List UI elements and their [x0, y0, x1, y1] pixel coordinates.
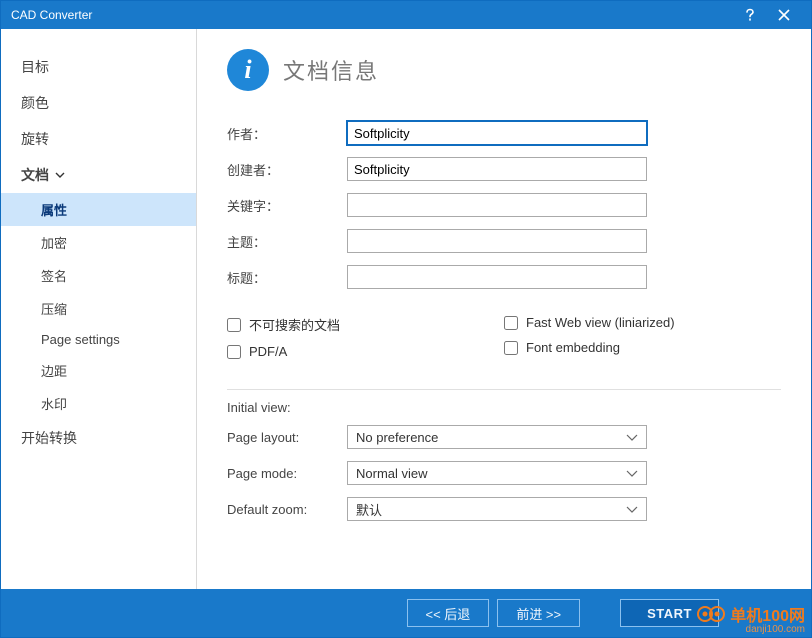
sidebar-item-label: 压缩 — [41, 302, 67, 317]
default-zoom-label: Default zoom: — [227, 502, 347, 517]
section-title: 文档信息 — [283, 54, 379, 86]
page-layout-value: No preference — [356, 430, 438, 445]
default-zoom-value: 默认 — [356, 500, 382, 519]
creator-label: 创建者： — [227, 160, 347, 179]
pdfa-checkbox[interactable] — [227, 345, 241, 359]
sidebar-item-label: 属性 — [41, 203, 67, 218]
sidebar-item-label: 签名 — [41, 269, 67, 284]
pdfa-label: PDF/A — [249, 344, 287, 359]
fastweb-label: Fast Web view (liniarized) — [526, 315, 675, 330]
page-layout-label: Page layout: — [227, 430, 347, 445]
chevron-down-icon — [55, 172, 65, 178]
sidebar-item-properties[interactable]: 属性 — [1, 193, 196, 226]
content-pane: i 文档信息 作者： 创建者： 关键字： 主题： 标题： 不 — [197, 29, 811, 589]
initial-view-label: Initial view: — [227, 400, 781, 415]
sidebar-item-document[interactable]: 文档 — [1, 157, 196, 193]
chevron-down-icon — [626, 506, 638, 513]
sidebar-item-rotate[interactable]: 旋转 — [1, 121, 196, 157]
sidebar-item-label: 目标 — [21, 57, 49, 77]
keywords-label: 关键字： — [227, 196, 347, 215]
fontembed-checkbox[interactable] — [504, 341, 518, 355]
info-icon: i — [227, 49, 269, 91]
sidebar-item-target[interactable]: 目标 — [1, 49, 196, 85]
sidebar-item-encrypt[interactable]: 加密 — [1, 226, 196, 259]
sidebar-item-compress[interactable]: 压缩 — [1, 292, 196, 325]
title-label: 标题： — [227, 268, 347, 287]
sidebar-item-sign[interactable]: 签名 — [1, 259, 196, 292]
sidebar-item-label: 加密 — [41, 236, 67, 251]
chevron-down-icon — [626, 434, 638, 441]
subject-label: 主题： — [227, 232, 347, 251]
window-title: CAD Converter — [11, 8, 733, 22]
fontembed-label: Font embedding — [526, 340, 620, 355]
start-button[interactable]: START — [620, 599, 719, 627]
sidebar-item-label: Page settings — [41, 332, 120, 347]
title-input[interactable] — [347, 265, 647, 289]
default-zoom-select[interactable]: 默认 — [347, 497, 647, 521]
title-bar: CAD Converter — [1, 1, 811, 29]
author-label: 作者： — [227, 124, 347, 143]
sidebar: 目标 颜色 旋转 文档 属性 加密 签名 压缩 Page settings — [1, 29, 197, 589]
subject-input[interactable] — [347, 229, 647, 253]
close-button[interactable] — [767, 1, 801, 29]
main-area: 目标 颜色 旋转 文档 属性 加密 签名 压缩 Page settings — [1, 29, 811, 589]
sidebar-item-label: 旋转 — [21, 129, 49, 149]
page-layout-select[interactable]: No preference — [347, 425, 647, 449]
page-mode-value: Normal view — [356, 466, 428, 481]
keywords-input[interactable] — [347, 193, 647, 217]
sidebar-item-label: 颜色 — [21, 93, 49, 113]
section-header: i 文档信息 — [227, 49, 781, 91]
sidebar-item-label: 水印 — [41, 397, 67, 412]
page-mode-select[interactable]: Normal view — [347, 461, 647, 485]
footer-bar: << 后退 前进 >> START 取消 — [1, 589, 811, 637]
sidebar-item-page-settings[interactable]: Page settings — [1, 325, 196, 354]
sidebar-item-margins[interactable]: 边距 — [1, 354, 196, 387]
nonsearchable-label: 不可搜索的文档 — [249, 315, 340, 334]
sidebar-item-label: 边距 — [41, 364, 67, 379]
sidebar-item-start-convert[interactable]: 开始转换 — [1, 420, 196, 456]
chevron-down-icon — [626, 470, 638, 477]
sidebar-item-label: 文档 — [21, 165, 49, 185]
author-input[interactable] — [347, 121, 647, 145]
sidebar-item-watermark[interactable]: 水印 — [1, 387, 196, 420]
nonsearchable-checkbox[interactable] — [227, 318, 241, 332]
creator-input[interactable] — [347, 157, 647, 181]
page-mode-label: Page mode: — [227, 466, 347, 481]
sidebar-item-label: 开始转换 — [21, 428, 77, 448]
forward-button[interactable]: 前进 >> — [497, 599, 580, 627]
fastweb-checkbox[interactable] — [504, 316, 518, 330]
sidebar-item-color[interactable]: 颜色 — [1, 85, 196, 121]
help-button[interactable] — [733, 1, 767, 29]
back-button[interactable]: << 后退 — [407, 599, 490, 627]
